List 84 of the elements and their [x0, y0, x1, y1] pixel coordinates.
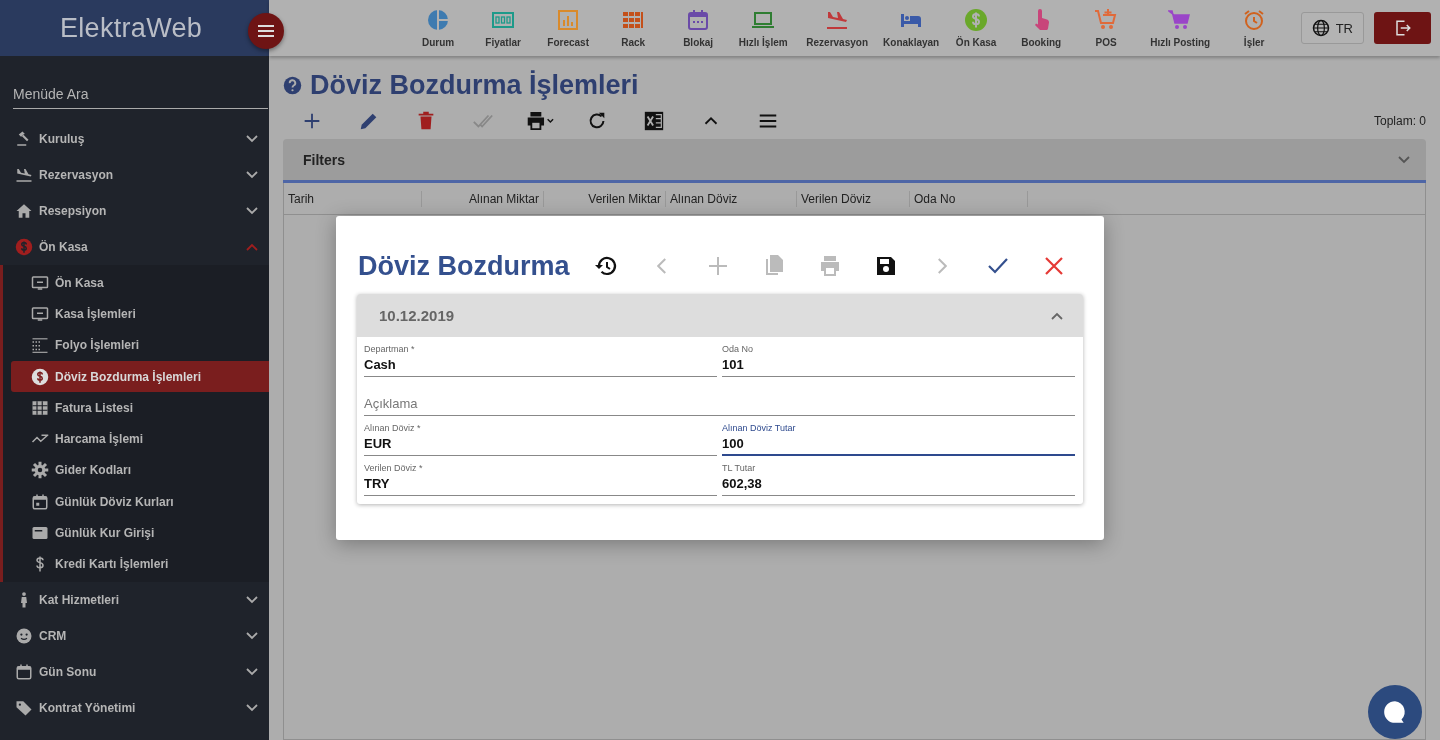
input-field[interactable]: EUR — [364, 436, 717, 456]
face-icon — [15, 626, 33, 645]
nav-item[interactable]: Forecast — [536, 4, 601, 52]
nav-item[interactable]: Ön Kasa — [944, 4, 1009, 52]
input-field[interactable]: 100 — [722, 436, 1075, 456]
submenu-item[interactable]: Kredi Kartı İşlemleri — [11, 548, 269, 580]
menu-item[interactable]: CRM — [0, 617, 269, 654]
column-header: Tarih — [284, 190, 422, 207]
nav-item[interactable]: POS — [1074, 4, 1139, 52]
dotted-grid-icon — [31, 336, 49, 355]
nav-item[interactable]: Konaklayan — [879, 4, 944, 52]
home-icon — [15, 202, 33, 220]
menu-button[interactable] — [248, 13, 284, 49]
column-header: Alınan Döviz — [666, 190, 797, 207]
globe-icon — [1311, 19, 1330, 37]
submenu-item[interactable]: Folyo İşlemleri — [11, 329, 269, 361]
submenu-item[interactable]: Gider Kodları — [11, 454, 269, 487]
input-field[interactable]: Açıklama — [364, 396, 1075, 416]
menu-item[interactable]: Gün Sonu — [0, 653, 269, 690]
card-icon — [31, 524, 49, 542]
submenu-item[interactable]: Döviz Bozdurma İşlemleri — [11, 360, 269, 393]
nav-item[interactable]: Durum — [406, 4, 471, 52]
field-label: Alınan Döviz * — [364, 423, 421, 433]
menu-search-field[interactable]: Menüde Ara — [13, 82, 268, 109]
speech-bubble-icon — [1382, 699, 1408, 725]
monitor-icon — [31, 304, 49, 323]
menu-item[interactable]: Kat Hizmetleri — [0, 581, 269, 618]
gear-icon — [31, 461, 49, 480]
menu-item[interactable]: Resepsiyon — [0, 193, 269, 229]
input-field[interactable]: TRY — [364, 476, 717, 496]
logout-button[interactable] — [1374, 12, 1431, 44]
submenu-item[interactable]: Ön Kasa — [11, 267, 269, 299]
menu-item[interactable]: Rezervasyon — [0, 157, 269, 193]
submenu-item[interactable]: Kasa İşlemleri — [11, 298, 269, 330]
calendar-icon — [15, 662, 33, 681]
column-header: Oda No — [910, 190, 1028, 207]
nav-item[interactable]: Hızlı İşlem — [731, 4, 796, 52]
column-header: Verilen Miktar — [544, 190, 666, 207]
field-label: Verilen Döviz * — [364, 463, 423, 473]
field-label: Oda No — [722, 344, 754, 354]
total-count: Toplam: 0 — [1373, 114, 1426, 128]
input-field[interactable]: 101 — [722, 357, 1075, 377]
chevron-down-icon — [1398, 155, 1410, 164]
tag-icon — [15, 698, 33, 717]
spreadsheet-icon — [642, 110, 665, 132]
nav-item[interactable]: Rack — [601, 4, 666, 52]
chat-button[interactable] — [1368, 685, 1422, 739]
menu-item[interactable]: Kontrat Yönetimi — [0, 689, 269, 726]
monitor-icon — [31, 273, 49, 292]
app-logo: ElektraWeb — [60, 12, 203, 44]
table-icon — [31, 398, 49, 417]
field-label: Alınan Döviz Tutar — [722, 423, 796, 433]
menu-item[interactable]: Ön Kasa — [0, 229, 269, 265]
nav-item[interactable]: Fiyatlar — [471, 4, 536, 52]
column-header: Verilen Döviz — [797, 190, 910, 207]
chevron-up-icon — [1051, 311, 1063, 320]
nav-item[interactable]: İşler — [1222, 4, 1287, 52]
field-label: TL Tutar — [722, 463, 756, 473]
calendar-icon — [31, 492, 49, 511]
logout-icon — [1393, 19, 1412, 37]
submenu-item[interactable]: Fatura Listesi — [11, 392, 269, 424]
menu-item[interactable]: Kuruluş — [0, 121, 269, 157]
nav-item[interactable]: Rezervasyon — [796, 4, 879, 52]
input-field[interactable]: 602,38 — [722, 476, 1075, 496]
dialog-title: Döviz Bozdurma — [358, 250, 570, 282]
nav-item[interactable]: Booking — [1009, 4, 1074, 52]
section-header[interactable]: 10.12.2019 — [357, 294, 1083, 337]
nav-item[interactable]: Blokaj — [666, 4, 731, 52]
language-button[interactable]: TR — [1300, 12, 1364, 44]
dollar-coin-icon — [31, 367, 49, 386]
nav-item[interactable]: Hızlı Posting — [1139, 4, 1222, 52]
submenu-item[interactable]: Harcama İşlemi — [11, 423, 269, 455]
plane-landing-icon — [15, 166, 33, 184]
submenu-item[interactable]: Günlük Kur Girişi — [11, 517, 269, 549]
menu-icon — [258, 25, 274, 37]
submenu-item[interactable]: Günlük Döviz Kurları — [11, 486, 269, 518]
column-header: Alınan Miktar — [422, 190, 544, 207]
field-label: Departman * — [364, 344, 415, 354]
printer-icon — [525, 110, 554, 132]
input-field[interactable]: Cash — [364, 357, 717, 377]
dollar-coin-icon — [15, 238, 33, 256]
filters-panel[interactable]: Filters — [283, 139, 1426, 183]
help-icon — [283, 76, 302, 95]
page-title: Döviz Bozdurma İşlemleri — [310, 70, 639, 101]
